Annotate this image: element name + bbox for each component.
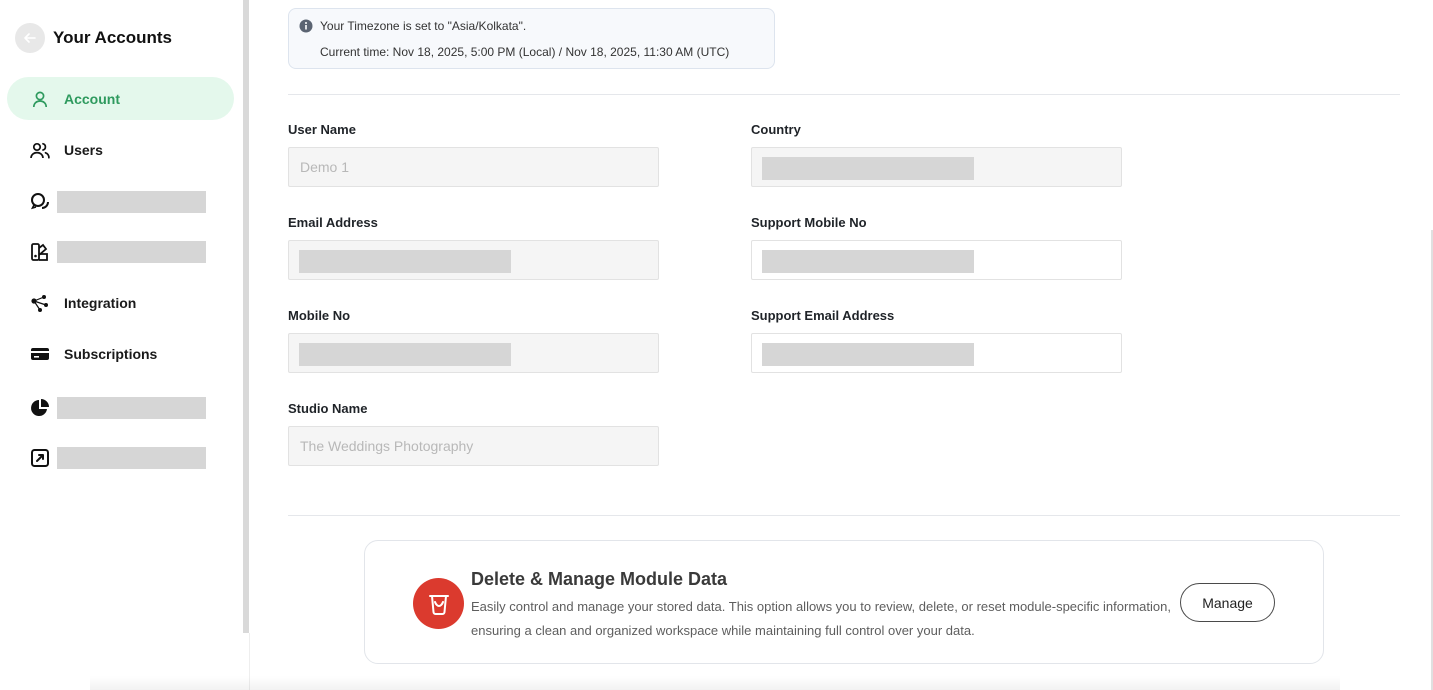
manage-button[interactable]: Manage [1180, 583, 1275, 622]
sidebar-item-users[interactable]: Users [7, 128, 234, 171]
manage-module-data-card: Delete & Manage Module Data Easily contr… [364, 540, 1324, 664]
sidebar-item-redacted-4[interactable] [7, 436, 234, 479]
user-name-label: User Name [288, 122, 356, 137]
credit-card-icon [30, 344, 50, 364]
mobile-label: Mobile No [288, 308, 351, 323]
timezone-setting-text: Your Timezone is set to "Asia/Kolkata". [320, 19, 527, 33]
sidebar-header: Your Accounts [15, 23, 172, 53]
sidebar-item-redacted-3[interactable] [7, 386, 234, 429]
studio-name-label: Studio Name [288, 401, 368, 416]
sidebar: Your Accounts Account Users Integration [0, 0, 243, 690]
studio-name-input[interactable]: The Weddings Photography [288, 426, 659, 466]
redacted-value [762, 343, 974, 366]
redacted-value [762, 250, 974, 273]
branding-palette-icon [30, 242, 50, 262]
email-field[interactable] [288, 240, 659, 280]
trash-shield-icon [413, 578, 464, 629]
user-name-input[interactable]: Demo 1 [288, 147, 659, 187]
email-label: Email Address [288, 215, 378, 230]
redacted-value [762, 157, 974, 180]
support-mobile-label: Support Mobile No [751, 215, 867, 230]
sidebar-item-integration[interactable]: Integration [7, 281, 234, 324]
sidebar-scrollbar[interactable] [243, 0, 249, 633]
support-email-field[interactable] [751, 333, 1122, 373]
country-label: Country [751, 122, 801, 137]
manage-card-description: Easily control and manage your stored da… [471, 599, 1171, 638]
redacted-label [57, 396, 206, 419]
sidebar-item-redacted-2[interactable] [7, 230, 234, 273]
redacted-label [57, 240, 206, 263]
redacted-value [299, 250, 511, 273]
sidebar-item-label: Users [64, 141, 103, 158]
divider [288, 94, 1400, 95]
sidebar-item-account[interactable]: Account [7, 77, 234, 120]
users-icon [30, 140, 50, 160]
bottom-shadow [90, 676, 1340, 690]
redacted-value [299, 343, 511, 366]
arrow-left-icon [24, 33, 36, 43]
redacted-label [57, 190, 206, 213]
info-icon [299, 19, 313, 38]
country-select[interactable] [751, 147, 1122, 187]
back-button[interactable] [15, 23, 45, 53]
support-mobile-field[interactable] [751, 240, 1122, 280]
timezone-info-box: Your Timezone is set to "Asia/Kolkata". … [288, 8, 775, 69]
current-time-text: Current time: Nov 18, 2025, 5:00 PM (Loc… [320, 45, 730, 59]
sidebar-item-label: Account [64, 90, 120, 107]
support-email-label: Support Email Address [751, 308, 895, 323]
sidebar-item-label: Integration [64, 294, 137, 311]
sidebar-title: Your Accounts [53, 28, 173, 47]
sidebar-item-redacted-1[interactable] [7, 180, 234, 223]
sidebar-item-label: Subscriptions [64, 345, 158, 362]
sidebar-item-subscriptions[interactable]: Subscriptions [7, 332, 234, 375]
user-icon [30, 89, 50, 109]
divider [288, 515, 1400, 516]
mobile-field[interactable] [288, 333, 659, 373]
integration-nodes-icon [30, 293, 50, 313]
external-link-square-icon [30, 448, 50, 468]
pie-chart-icon [30, 398, 50, 418]
redacted-label [57, 446, 206, 469]
chat-bubbles-icon [30, 192, 50, 212]
manage-card-title: Delete & Manage Module Data [471, 569, 728, 589]
